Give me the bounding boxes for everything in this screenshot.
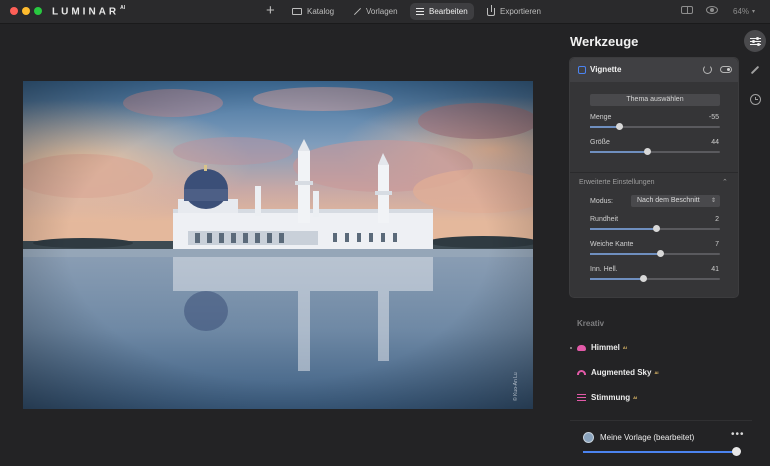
- rundheit-slider[interactable]: [590, 225, 720, 232]
- inn-hell-slider[interactable]: [590, 275, 720, 282]
- groesse-slider-knob[interactable]: [644, 148, 652, 155]
- rundheit-slider-knob[interactable]: [653, 225, 661, 232]
- preset-divider: [570, 420, 752, 421]
- tab-vorlagen-label: Vorlagen: [366, 7, 398, 16]
- magic-wand-icon: [352, 7, 361, 16]
- menge-slider-knob[interactable]: [616, 123, 624, 130]
- preset-amount-slider[interactable]: [583, 451, 738, 453]
- share-icon: [487, 4, 495, 16]
- edit-lines-icon: [416, 8, 424, 15]
- weiche-kante-slider-knob[interactable]: [656, 250, 664, 257]
- tab-bearbeiten-label: Bearbeiten: [429, 7, 468, 16]
- history-button[interactable]: [744, 88, 766, 110]
- inn-hell-value: 41: [711, 266, 719, 273]
- rundheit-value: 2: [715, 216, 719, 223]
- vignette-header[interactable]: Vignette: [570, 58, 738, 82]
- menge-slider[interactable]: [590, 123, 720, 130]
- tool-himmel[interactable]: Himmel AI: [577, 343, 627, 352]
- minimize-window-button[interactable]: [22, 7, 30, 15]
- preset-name: Meine Vorlage (bearbeitet): [600, 433, 695, 442]
- sliders-icon: [749, 36, 761, 46]
- tool-augmented-sky[interactable]: Augmented Sky AI: [577, 368, 658, 377]
- edit-tools-button[interactable]: [744, 30, 766, 52]
- inn-hell-slider-knob[interactable]: [640, 275, 648, 282]
- ai-badge: AI: [622, 345, 627, 350]
- updown-chevron-icon: ⇕: [710, 198, 716, 204]
- tool-stimmung-label: Stimmung: [591, 393, 631, 402]
- active-indicator-dot: [570, 347, 572, 349]
- groesse-value: 44: [711, 139, 719, 146]
- kreativ-section-title: Kreativ: [577, 319, 605, 328]
- eye-icon[interactable]: [706, 6, 718, 14]
- top-toolbar: LUMINARAI + Katalog Vorlagen Bearbeiten …: [0, 0, 770, 24]
- menge-label: Menge: [590, 114, 612, 121]
- weiche-kante-value: 7: [715, 241, 719, 248]
- groesse-slider[interactable]: [590, 148, 720, 155]
- zoom-dropdown[interactable]: 64% ▾: [733, 7, 755, 16]
- vignette-title: Vignette: [590, 65, 622, 74]
- toggle-visibility-icon[interactable]: [720, 66, 732, 73]
- modus-value: Nach dem Beschnitt: [637, 197, 700, 204]
- ai-badge: AI: [633, 395, 638, 400]
- rundheit-label: Rundheit: [590, 216, 619, 223]
- photo-watermark: © Kuo-An Lu: [512, 372, 519, 401]
- clock-icon: [749, 93, 761, 105]
- groesse-label: Größe: [590, 139, 610, 146]
- tab-exportieren[interactable]: Exportieren: [481, 3, 547, 20]
- close-window-button[interactable]: [10, 7, 18, 15]
- menge-slider-fill: [590, 126, 620, 128]
- tools-panel-title: Werkzeuge: [570, 34, 639, 49]
- weiche-kante-slider-fill: [590, 253, 660, 255]
- weiche-kante-label: Weiche Kante: [590, 241, 634, 248]
- mood-lines-icon: [577, 394, 586, 401]
- ai-badge: AI: [654, 370, 659, 375]
- more-options-icon[interactable]: •••: [731, 429, 745, 440]
- cloud-icon: [577, 344, 586, 351]
- select-subject-button[interactable]: Thema auswählen: [590, 94, 720, 106]
- weiche-kante-slider[interactable]: [590, 250, 720, 257]
- modus-label: Modus:: [590, 198, 613, 205]
- inn-hell-label: Inn. Hell.: [590, 266, 618, 273]
- chevron-up-icon[interactable]: ⌃: [722, 178, 728, 186]
- tab-katalog-label: Katalog: [307, 7, 335, 16]
- tool-augmented-sky-label: Augmented Sky: [591, 368, 652, 377]
- brush-icon: [750, 65, 760, 75]
- section-divider: [570, 172, 738, 173]
- inn-hell-slider-fill: [590, 278, 644, 280]
- photo-canvas[interactable]: © Kuo-An Lu: [23, 81, 533, 409]
- app-logo: LUMINARAI: [52, 5, 126, 18]
- modus-dropdown[interactable]: Nach dem Beschnitt ⇕: [631, 195, 720, 207]
- reset-icon[interactable]: [703, 65, 712, 74]
- compare-icon[interactable]: [681, 6, 693, 14]
- preset-amount-knob[interactable]: [732, 447, 741, 456]
- folder-icon: [292, 8, 302, 15]
- tab-katalog[interactable]: Katalog: [286, 3, 340, 20]
- zoom-value: 64%: [733, 7, 750, 16]
- tab-vorlagen[interactable]: Vorlagen: [346, 3, 404, 20]
- preset-thumbnail: [583, 432, 594, 443]
- advanced-settings-toggle[interactable]: Erweiterte Einstellungen: [579, 179, 655, 186]
- mosque-photo-image: © Kuo-An Lu: [23, 81, 533, 409]
- tool-himmel-label: Himmel: [591, 343, 620, 352]
- tab-exportieren-label: Exportieren: [500, 7, 541, 16]
- groesse-slider-fill: [590, 151, 648, 153]
- tab-bearbeiten[interactable]: Bearbeiten: [410, 3, 474, 20]
- chevron-down-icon: ▾: [752, 9, 756, 15]
- fullscreen-window-button[interactable]: [34, 7, 42, 15]
- vignette-tool-card: Vignette Thema auswählen Menge -55 Größe…: [569, 57, 739, 298]
- rainbow-icon: [577, 370, 586, 375]
- rundheit-slider-fill: [590, 228, 657, 230]
- add-photos-button[interactable]: +: [266, 3, 275, 19]
- local-masking-button[interactable]: [744, 59, 766, 81]
- tool-stimmung[interactable]: Stimmung AI: [577, 393, 637, 402]
- luminar-app-window: LUMINARAI + Katalog Vorlagen Bearbeiten …: [0, 0, 770, 466]
- menge-value: -55: [708, 114, 719, 121]
- vignette-square-icon: [578, 66, 586, 74]
